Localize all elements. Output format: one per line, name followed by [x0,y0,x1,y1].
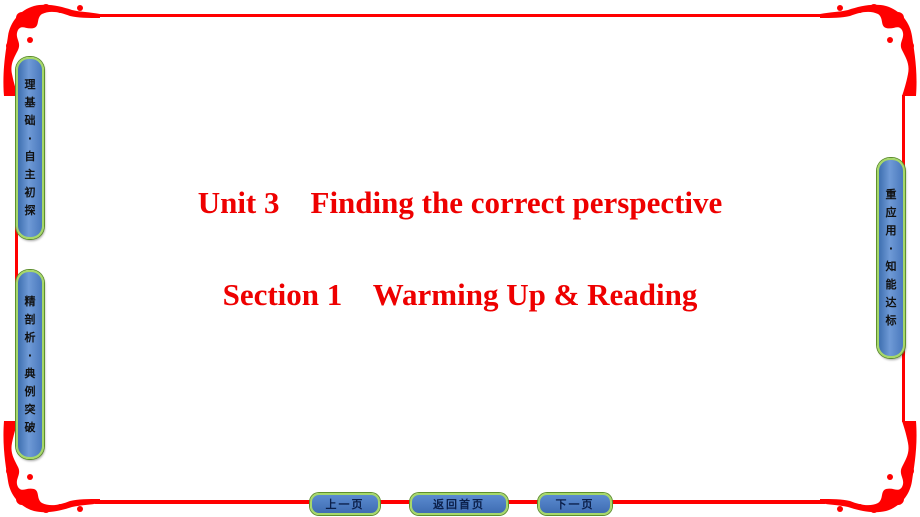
tab-char: · [27,132,33,145]
tab-char: 知 [885,260,897,273]
tab-char: 标 [885,314,897,327]
tab-char: 剖 [24,312,36,326]
section-title: Section 1 Warming Up & Reading [222,277,698,312]
tab-char: 理 [24,78,36,91]
ornament-corner-top-right-icon [820,4,917,96]
unit-title: Unit 3 Finding the correct perspective [197,185,723,220]
ornament-corner-bottom-right-icon [820,421,917,513]
tab-char: · [27,348,33,362]
tab-char: 例 [24,384,36,398]
prev-page-button[interactable]: 上一页 [310,493,380,515]
tab-char: 主 [24,168,36,181]
tab-char: · [888,242,894,255]
home-page-button[interactable]: 返回首页 [410,493,508,515]
tab-char: 突 [24,402,36,416]
ornament-corner-bottom-left-icon [3,421,100,513]
next-page-button[interactable]: 下一页 [538,493,612,515]
tab-char: 析 [24,330,36,344]
tab-char: 用 [885,224,897,237]
ornament-corner-top-left-icon [3,4,100,96]
tab-char: 典 [24,366,36,380]
tab-char: 基 [24,96,36,109]
frame-top-border [95,14,825,17]
tab-char: 础 [24,114,36,127]
tab-char: 破 [24,420,36,434]
tab-char: 自 [24,150,36,163]
